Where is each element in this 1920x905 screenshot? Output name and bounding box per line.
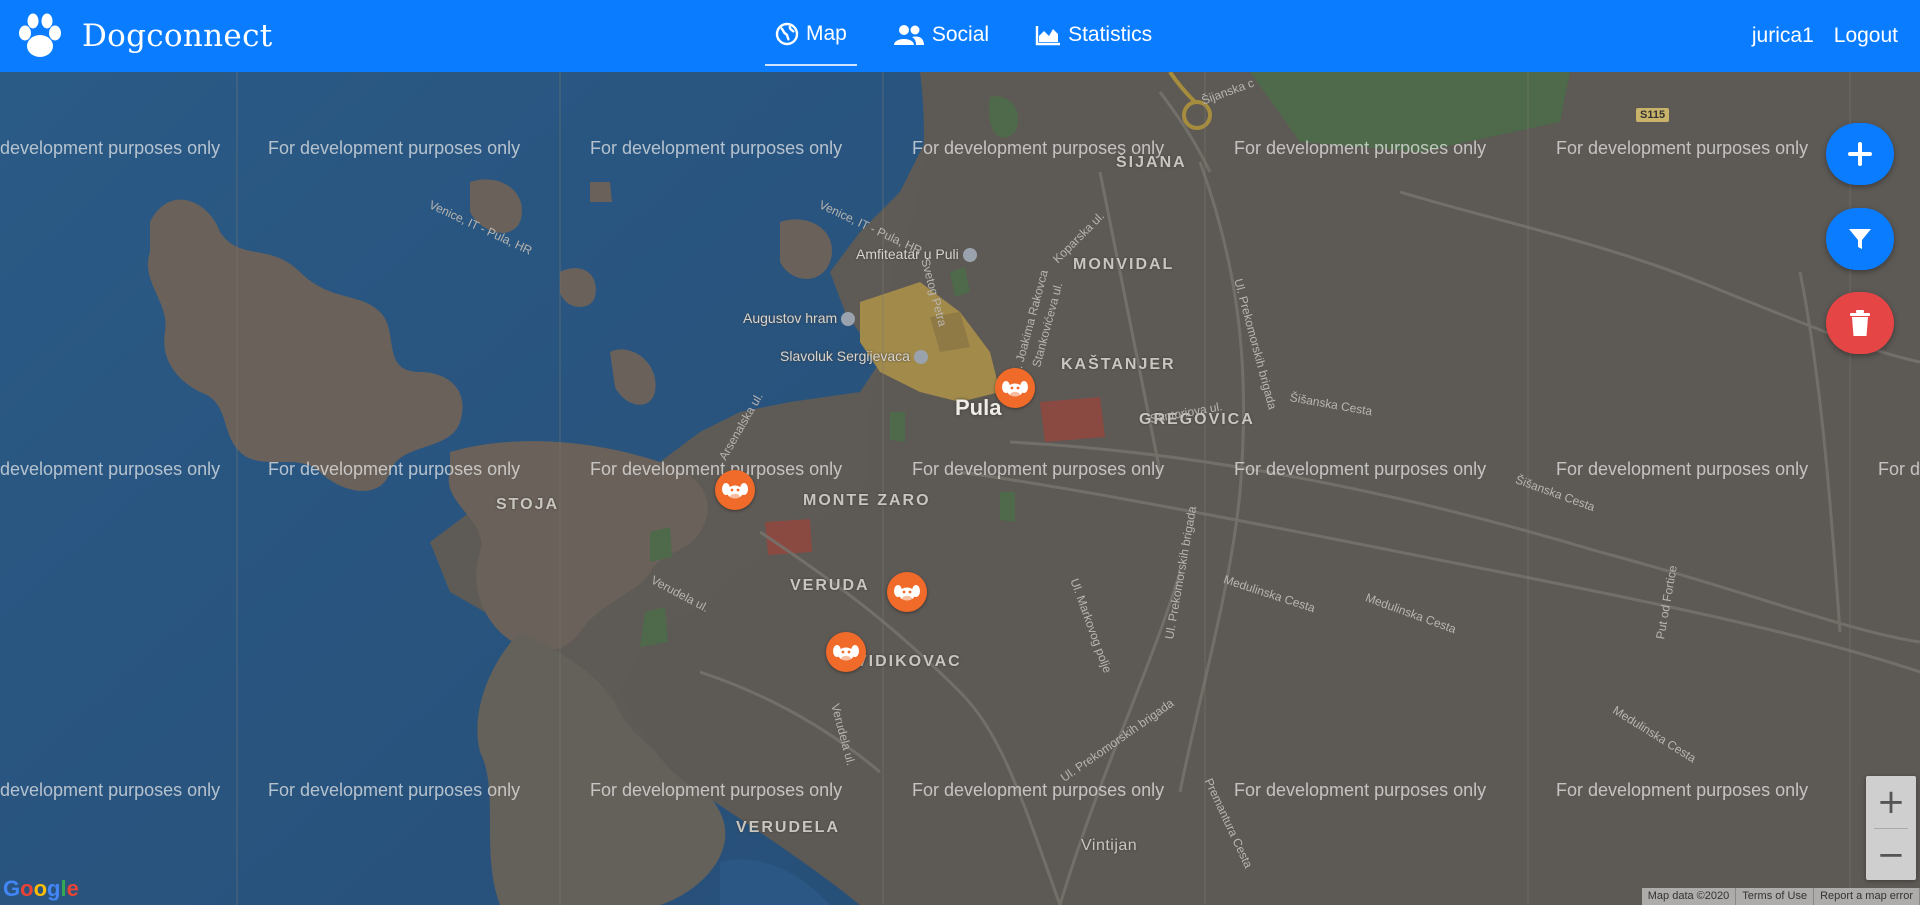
place-label: STOJA bbox=[496, 496, 560, 513]
dev-watermark: For development purposes only bbox=[1556, 138, 1809, 158]
poi-icon bbox=[841, 312, 856, 327]
zoom-out-button[interactable]: − bbox=[1866, 829, 1916, 881]
dev-watermark: development purposes only bbox=[0, 780, 221, 800]
dog-marker[interactable] bbox=[887, 572, 927, 612]
dev-watermark: For development purposes only bbox=[268, 780, 521, 800]
dev-watermark: For d bbox=[1878, 459, 1920, 479]
trash-icon bbox=[1850, 310, 1870, 336]
place-label: MONVIDAL bbox=[1073, 256, 1175, 273]
poi-label[interactable]: Augustov hram bbox=[743, 310, 856, 327]
brand[interactable]: Dogconnect bbox=[16, 10, 272, 62]
dev-watermark: For development purposes only bbox=[1556, 780, 1809, 800]
road-shield: S115 bbox=[1636, 108, 1670, 122]
dev-watermark: For development purposes only bbox=[912, 459, 1165, 479]
poi-name: Augustov hram bbox=[743, 310, 838, 326]
plus-icon bbox=[1848, 142, 1872, 166]
place-label: VIDIKOVAC bbox=[856, 653, 962, 670]
nav-item-social-label: Social bbox=[931, 23, 990, 46]
place-label: Vintijan bbox=[1081, 837, 1138, 854]
nav-item-map-label: Map bbox=[806, 22, 847, 45]
terms-of-use-link[interactable]: Terms of Use bbox=[1736, 888, 1815, 905]
google-logo[interactable]: Google bbox=[3, 876, 79, 902]
filter-button[interactable] bbox=[1826, 208, 1894, 270]
dev-watermark: For development purposes only bbox=[1556, 459, 1809, 479]
delete-button[interactable] bbox=[1826, 292, 1894, 354]
dev-watermark: For development purposes only bbox=[1234, 138, 1487, 158]
poi-name: Slavoluk Sergijevaca bbox=[780, 348, 910, 364]
map-attribution: Map data ©2020 Terms of Use Report a map… bbox=[1641, 888, 1920, 905]
add-button[interactable] bbox=[1826, 123, 1894, 185]
dev-watermark: For development purposes only bbox=[912, 780, 1165, 800]
map-data-text: Map data ©2020 bbox=[1642, 888, 1737, 905]
zoom-in-button[interactable]: + bbox=[1866, 776, 1916, 828]
dev-watermark: For development purposes only bbox=[590, 780, 843, 800]
place-label: ŠIJANA bbox=[1116, 154, 1187, 171]
nav-item-statistics[interactable]: Statistics bbox=[1025, 4, 1162, 66]
filter-icon bbox=[1849, 229, 1871, 249]
paw-icon bbox=[19, 13, 61, 57]
place-label: KAŠTANJER bbox=[1061, 356, 1176, 373]
dog-marker[interactable] bbox=[826, 632, 866, 672]
place-label: MONTE ZARO bbox=[803, 492, 931, 509]
logout-link[interactable]: Logout bbox=[1834, 24, 1898, 48]
nav-item-social[interactable]: Social bbox=[883, 4, 999, 66]
dog-icon bbox=[722, 483, 748, 501]
users-icon bbox=[893, 25, 924, 45]
dog-icon bbox=[833, 645, 859, 663]
dev-watermark: For development purposes only bbox=[268, 138, 521, 158]
user-nav: jurica1 Logout bbox=[1732, 0, 1898, 72]
place-label: VERUDELA bbox=[736, 819, 841, 836]
dev-watermark: For development purposes only bbox=[590, 138, 843, 158]
poi-icon bbox=[962, 248, 977, 263]
dev-watermark: For development purposes only bbox=[590, 459, 843, 479]
dev-watermark: For development purposes only bbox=[268, 459, 521, 479]
top-navbar: Dogconnect Map Social Statistics jurica1… bbox=[0, 0, 1920, 72]
dog-marker[interactable] bbox=[715, 470, 755, 510]
nav-item-map[interactable]: Map bbox=[765, 4, 857, 66]
city-label: Pula bbox=[955, 395, 1002, 420]
poi-label[interactable]: Slavoluk Sergijevaca bbox=[780, 348, 928, 365]
place-label: VERUDA bbox=[790, 577, 870, 594]
main-nav: Map Social Statistics bbox=[765, 0, 1188, 72]
report-error-link[interactable]: Report a map error bbox=[1814, 888, 1920, 905]
zoom-control: + − bbox=[1866, 776, 1916, 880]
dev-watermark: development purposes only bbox=[0, 138, 221, 158]
username-link[interactable]: jurica1 bbox=[1752, 24, 1814, 48]
globe-icon bbox=[775, 22, 799, 46]
app-name: Dogconnect bbox=[82, 18, 273, 54]
chart-area-icon bbox=[1035, 26, 1061, 46]
dog-icon bbox=[1002, 381, 1028, 399]
dev-watermark: For development purposes only bbox=[1234, 780, 1487, 800]
nav-item-statistics-label: Statistics bbox=[1068, 23, 1153, 46]
dog-marker[interactable] bbox=[995, 368, 1035, 408]
dog-icon bbox=[894, 585, 920, 603]
dev-watermark: For development purposes only bbox=[1234, 459, 1487, 479]
poi-icon bbox=[913, 350, 928, 365]
map-view[interactable]: development purposes only For developmen… bbox=[0, 72, 1920, 905]
dev-watermark: development purposes only bbox=[0, 459, 221, 479]
